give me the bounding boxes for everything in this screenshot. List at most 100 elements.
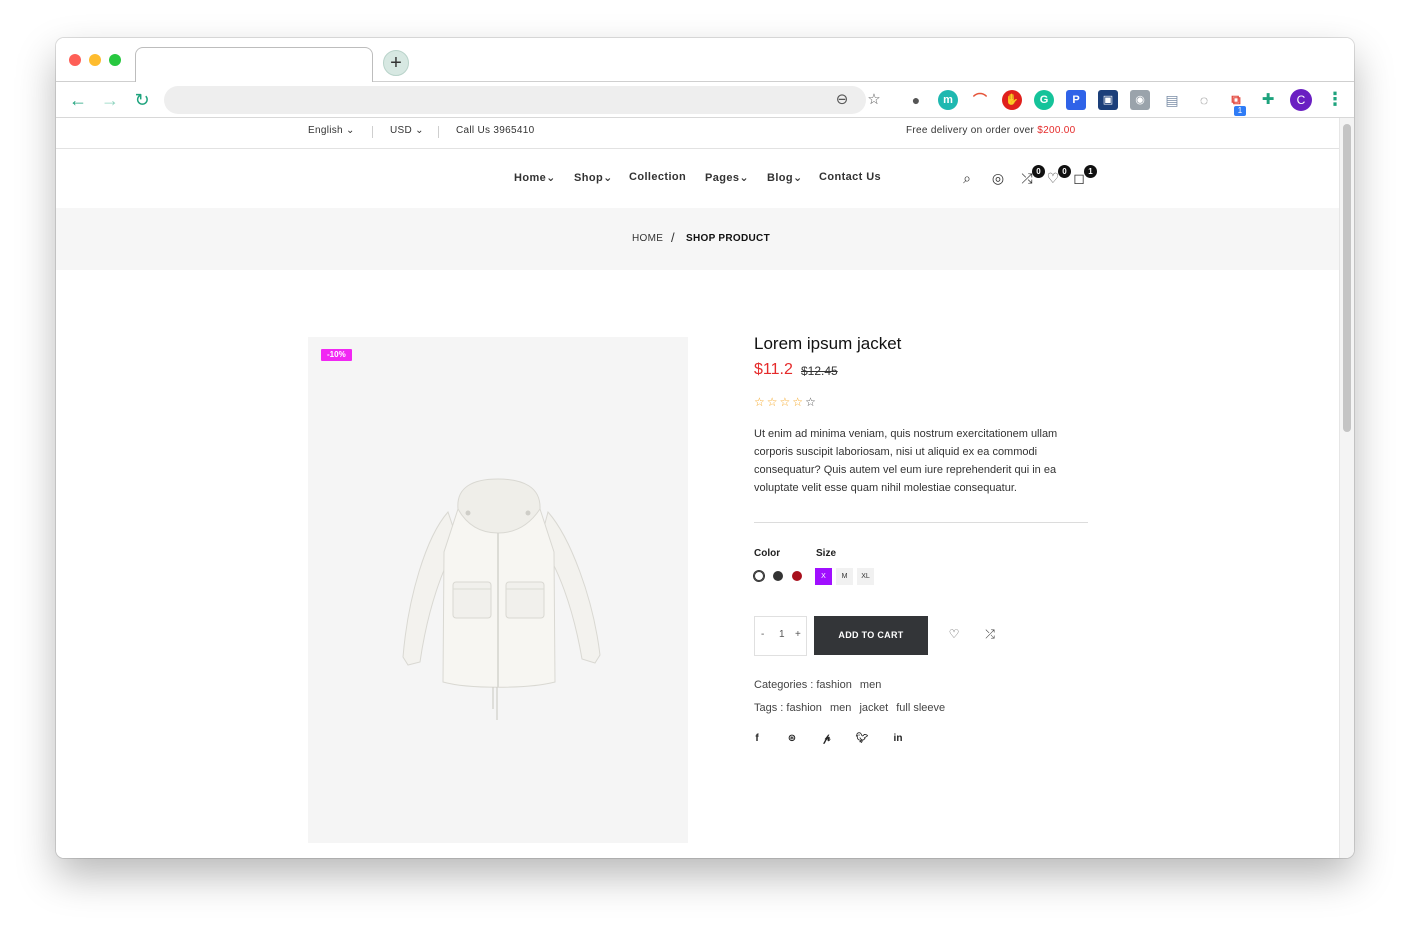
- compare-shuffle-icon[interactable]: ⤮: [982, 626, 998, 642]
- phone-text: Call Us 3965410: [456, 125, 535, 136]
- account-icon[interactable]: ◎: [989, 169, 1007, 187]
- size-label: Size: [816, 548, 837, 559]
- rating-stars: ☆☆☆☆☆: [754, 395, 818, 409]
- product-image[interactable]: -10%: [308, 337, 688, 843]
- tags-label: Tags :: [754, 702, 784, 714]
- size-option-xl[interactable]: XL: [857, 568, 874, 585]
- product-categories: Categories : fashion men: [754, 679, 886, 691]
- chevron-down-icon: ⌄: [346, 125, 355, 136]
- reader-extension-icon[interactable]: ▤: [1162, 90, 1182, 110]
- reload-icon[interactable]: ↻: [131, 89, 153, 111]
- browser-tab[interactable]: [135, 47, 373, 83]
- language-value: English: [308, 125, 343, 136]
- facebook-icon[interactable]: f: [750, 732, 764, 746]
- divider: [754, 522, 1088, 523]
- star-icon: ☆: [754, 395, 767, 409]
- person-extension-icon[interactable]: ◉: [1130, 90, 1150, 110]
- wishlist-heart-icon[interactable]: ♡: [946, 626, 962, 642]
- m-extension-icon[interactable]: m: [938, 90, 958, 110]
- tag-link[interactable]: men: [830, 702, 851, 714]
- puzzle-extensions-icon[interactable]: ✚: [1258, 90, 1278, 110]
- breadcrumb: HOME / SHOP PRODUCT: [56, 208, 1339, 270]
- breadcrumb-current: SHOP PRODUCT: [686, 233, 770, 244]
- category-link[interactable]: men: [860, 679, 881, 691]
- site-header: Home⌄ Shop⌄ Collection Pages⌄ Blog⌄ Cont…: [56, 149, 1339, 208]
- twitter-icon[interactable]: 🐦︎: [855, 732, 869, 746]
- stop-extension-icon[interactable]: ✋: [1002, 90, 1022, 110]
- menu-kebab-icon[interactable]: ⋮: [1326, 89, 1344, 111]
- chevron-down-icon: ⌄: [739, 172, 750, 184]
- size-option-m[interactable]: M: [836, 568, 853, 585]
- profile-avatar[interactable]: C: [1290, 89, 1312, 111]
- tag-link[interactable]: full sleeve: [896, 702, 945, 714]
- bookmark-star-icon[interactable]: ☆: [864, 90, 884, 110]
- tag-link[interactable]: fashion: [786, 702, 821, 714]
- rainbow-extension-icon[interactable]: ⌒: [970, 90, 990, 110]
- nav-blog[interactable]: Blog⌄: [767, 171, 803, 184]
- chevron-down-icon: ⌄: [603, 172, 613, 184]
- divider: [438, 126, 439, 138]
- nav-pages[interactable]: Pages⌄: [705, 171, 749, 184]
- chat-extension-icon[interactable]: ◌: [1194, 90, 1214, 110]
- nav-pages-label: Pages: [705, 172, 740, 184]
- scrollbar-thumb[interactable]: [1343, 124, 1351, 432]
- browser-window: + ← → ↻ ⊖ ☆ ● m ⌒ ✋ G P ▣ ◉ ▤ ◌ ⧉ 1 ✚ C …: [56, 38, 1354, 858]
- category-link[interactable]: fashion: [816, 679, 851, 691]
- add-to-cart-button[interactable]: ADD TO CART: [814, 616, 928, 655]
- pinterest-icon[interactable]: 𝓅: [820, 732, 834, 746]
- minimize-window-button[interactable]: [89, 54, 101, 66]
- currency-selector[interactable]: USD ⌄: [390, 125, 424, 136]
- breadcrumb-home[interactable]: HOME: [632, 233, 663, 244]
- grammarly-extension-icon[interactable]: G: [1034, 90, 1054, 110]
- cart-count-badge: 1: [1084, 165, 1097, 178]
- search-icon[interactable]: ⌕: [958, 169, 976, 187]
- pocket-extension-icon[interactable]: P: [1066, 90, 1086, 110]
- new-tab-button[interactable]: +: [383, 50, 409, 76]
- nav-shop[interactable]: Shop⌄: [574, 171, 613, 184]
- product-old-price: $12.45: [801, 364, 838, 378]
- nav-home-label: Home: [514, 172, 547, 184]
- page-scrollbar[interactable]: [1339, 118, 1354, 858]
- categories-label: Categories :: [754, 679, 814, 691]
- chevron-down-icon: ⌄: [793, 172, 803, 184]
- product-price: $11.2: [754, 361, 793, 378]
- zoom-out-icon[interactable]: ⊖: [832, 90, 852, 110]
- chevron-down-icon: ⌄: [546, 172, 556, 184]
- dribbble-icon[interactable]: ⊛: [785, 732, 799, 746]
- size-option-x[interactable]: X: [815, 568, 832, 585]
- color-swatch-red[interactable]: [792, 571, 802, 581]
- quantity-decrease-button[interactable]: -: [761, 629, 764, 640]
- book-extension-icon[interactable]: ▣: [1098, 90, 1118, 110]
- linkedin-icon[interactable]: in: [891, 732, 905, 746]
- maximize-window-button[interactable]: [109, 54, 121, 66]
- product-title: Lorem ipsum jacket: [754, 334, 902, 353]
- nav-blog-label: Blog: [767, 172, 794, 184]
- star-icon: ☆: [766, 395, 780, 409]
- color-swatch-black[interactable]: [773, 571, 783, 581]
- product-tags: Tags : fashion men jacket full sleeve: [754, 702, 950, 714]
- nav-collection[interactable]: Collection: [629, 171, 686, 183]
- chevron-down-icon: ⌄: [415, 125, 424, 136]
- color-label: Color: [754, 548, 781, 559]
- quantity-stepper: - 1 +: [754, 616, 807, 656]
- product-description: Ut enim ad minima veniam, quis nostrum e…: [754, 428, 1058, 494]
- extension-badge: 1: [1234, 106, 1246, 116]
- close-window-button[interactable]: [69, 54, 81, 66]
- color-swatch-white[interactable]: [754, 571, 764, 581]
- nav-home[interactable]: Home⌄: [514, 171, 556, 184]
- nav-contact[interactable]: Contact Us: [819, 171, 881, 183]
- breadcrumb-separator: /: [671, 230, 675, 245]
- page-viewport: English ⌄ USD ⌄ Call Us 3965410 Free del…: [56, 118, 1339, 858]
- divider: [372, 126, 373, 138]
- browser-toolbar: ← → ↻ ⊖ ☆ ● m ⌒ ✋ G P ▣ ◉ ▤ ◌ ⧉ 1 ✚ C ⋮: [56, 82, 1354, 118]
- back-arrow-icon[interactable]: ←: [67, 89, 89, 111]
- quantity-input[interactable]: 1: [779, 629, 785, 640]
- language-selector[interactable]: English ⌄: [308, 125, 355, 136]
- bulb-extension-icon[interactable]: ●: [906, 90, 926, 110]
- address-bar[interactable]: ⊖ ☆: [164, 86, 881, 114]
- star-icon: ☆: [792, 395, 806, 409]
- forward-arrow-icon[interactable]: →: [99, 89, 121, 111]
- tag-link[interactable]: jacket: [859, 702, 888, 714]
- currency-value: USD: [390, 125, 413, 136]
- quantity-increase-button[interactable]: +: [795, 629, 801, 640]
